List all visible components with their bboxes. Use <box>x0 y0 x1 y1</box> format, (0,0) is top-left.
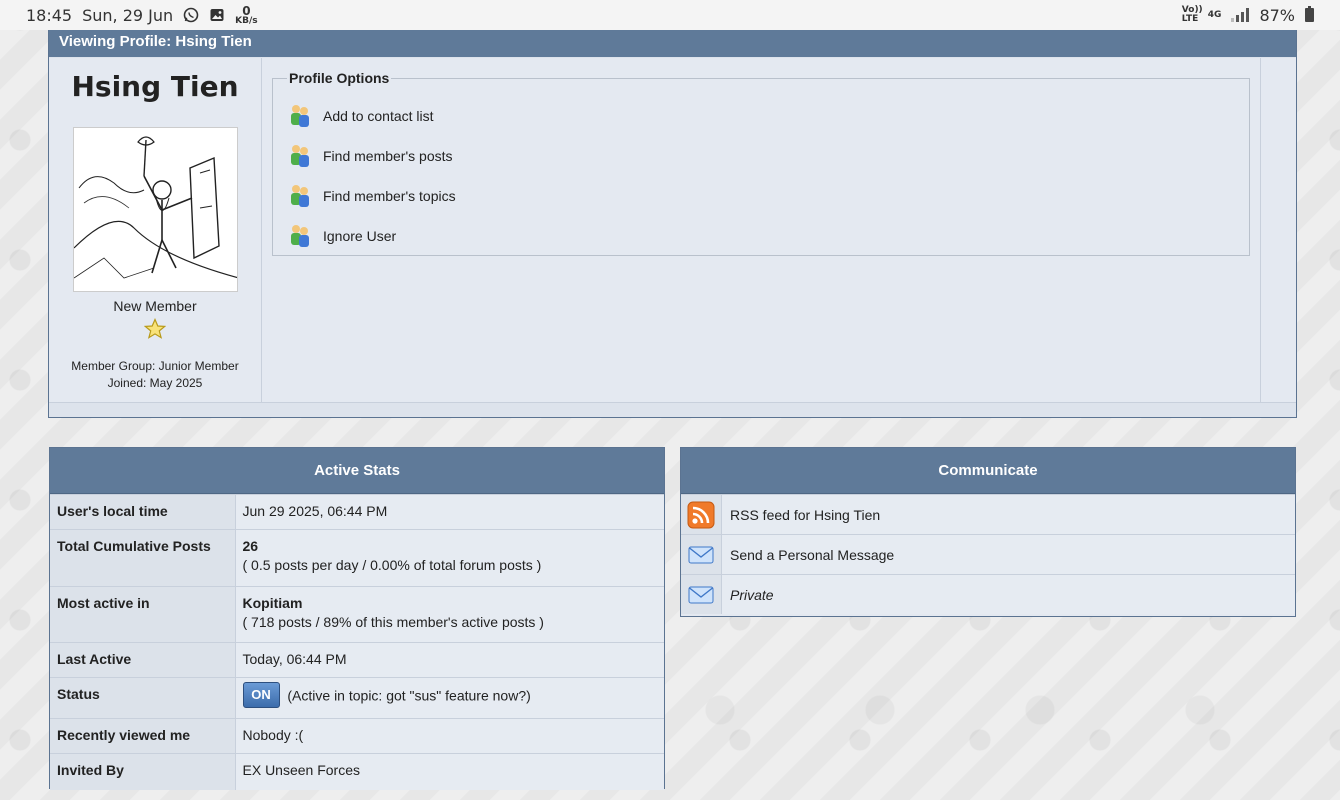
avatar-sketch-image <box>73 128 237 291</box>
option-find-topics[interactable]: Find member's topics <box>287 176 1235 216</box>
battery-level: 87% <box>1259 5 1295 25</box>
comm-row-rss[interactable]: RSS feed for Hsing Tien <box>681 494 1295 534</box>
online-status-badge: ON <box>242 682 280 708</box>
member-group: Member Group: Junior Member <box>71 359 239 373</box>
profile-right-gutter <box>1261 58 1296 403</box>
table-row: Status ON (Active in topic: got "sus" fe… <box>50 677 664 719</box>
inviter-link[interactable]: EX Unseen Forces <box>235 753 664 790</box>
signal-strength-icon <box>1231 8 1250 22</box>
profile-options-legend: Profile Options <box>289 70 390 86</box>
stat-subvalue: ( 0.5 posts per day / 0.00% of total for… <box>242 557 542 573</box>
stat-subvalue: ( 718 posts / 89% of this member's activ… <box>242 614 544 630</box>
rss-icon <box>687 501 715 528</box>
battery-icon <box>1305 6 1314 22</box>
most-active-forum-link[interactable]: Kopitiam <box>243 595 303 611</box>
comm-label[interactable]: RSS feed for Hsing Tien <box>722 495 1295 534</box>
stat-value: 26 <box>242 538 259 554</box>
stat-label: User's local time <box>50 494 236 530</box>
option-label[interactable]: Ignore User <box>323 228 396 244</box>
stat-label: Last Active <box>50 642 236 678</box>
avatar[interactable] <box>72 127 238 292</box>
date: Sun, 29 Jun <box>82 5 174 25</box>
profile-box: Viewing Profile: Hsing Tien Hsing Tien N… <box>48 14 1297 418</box>
profile-footer <box>49 402 1296 417</box>
stat-label: Status <box>50 677 236 719</box>
stat-label: Recently viewed me <box>50 718 236 754</box>
active-stats-table: User's local time Jun 29 2025, 06:44 PM … <box>50 494 664 790</box>
stat-value: Nobody :( <box>235 718 664 754</box>
members-icon <box>291 185 309 207</box>
profile-sidebar: Hsing Tien New Member Member Group: Juni… <box>49 58 262 403</box>
member-rank: New Member <box>113 298 197 314</box>
table-row: Last Active Today, 06:44 PM <box>50 642 664 678</box>
comm-label[interactable]: Send a Personal Message <box>722 535 1295 574</box>
option-label[interactable]: Add to contact list <box>323 108 434 124</box>
net-speed-indicator: 0 KB/s <box>235 4 258 26</box>
network-type-indicator: 4G <box>1207 9 1222 20</box>
table-row: Recently viewed me Nobody :( <box>50 718 664 754</box>
device-status-bar: 18:45 Sun, 29 Jun 0 KB/s Vo)) LTE 4G 87% <box>0 0 1340 30</box>
stat-label: Most active in <box>50 586 236 643</box>
comm-row-pm[interactable]: Send a Personal Message <box>681 534 1295 574</box>
active-stats-title: Active Stats <box>50 448 664 494</box>
envelope-icon <box>688 546 714 563</box>
table-row: Invited By EX Unseen Forces <box>50 753 664 790</box>
active-topic-link[interactable]: (Active in topic: got "sus" feature now?… <box>287 688 530 704</box>
stat-value: Today, 06:44 PM <box>235 642 664 678</box>
option-ignore-user[interactable]: Ignore User <box>287 216 1235 256</box>
members-icon <box>291 105 309 127</box>
profile-options-area: Profile Options Add to contact list Find… <box>262 58 1261 403</box>
clock: 18:45 <box>26 5 73 25</box>
gallery-icon <box>210 9 224 21</box>
whatsapp-icon <box>183 7 199 23</box>
option-label[interactable]: Find member's topics <box>323 188 456 204</box>
profile-options: Profile Options Add to contact list Find… <box>272 70 1250 256</box>
option-label[interactable]: Find member's posts <box>323 148 453 164</box>
table-row: Total Cumulative Posts 26 ( 0.5 posts pe… <box>50 529 664 587</box>
option-add-contact[interactable]: Add to contact list <box>287 96 1235 136</box>
stat-value: Jun 29 2025, 06:44 PM <box>235 494 664 530</box>
profile-username: Hsing Tien <box>71 70 239 103</box>
active-stats-panel: Active Stats User's local time Jun 29 20… <box>49 447 665 790</box>
stat-label: Invited By <box>50 753 236 790</box>
join-date: Joined: May 2025 <box>107 376 203 390</box>
members-icon <box>291 225 309 247</box>
comm-label: Private <box>722 575 1295 614</box>
communicate-title: Communicate <box>681 448 1295 494</box>
communicate-panel: Communicate RSS feed for Hsing Tien Send… <box>680 447 1296 617</box>
option-find-posts[interactable]: Find member's posts <box>287 136 1235 176</box>
volte-indicator: Vo)) LTE <box>1181 5 1203 24</box>
table-row: Most active in Kopitiam ( 718 posts / 89… <box>50 586 664 643</box>
envelope-icon <box>688 586 714 603</box>
table-row: User's local time Jun 29 2025, 06:44 PM <box>50 494 664 530</box>
members-icon <box>291 145 309 167</box>
rank-star-icon <box>144 318 166 339</box>
comm-row-private[interactable]: Private <box>681 574 1295 614</box>
stat-label: Total Cumulative Posts <box>50 529 236 587</box>
